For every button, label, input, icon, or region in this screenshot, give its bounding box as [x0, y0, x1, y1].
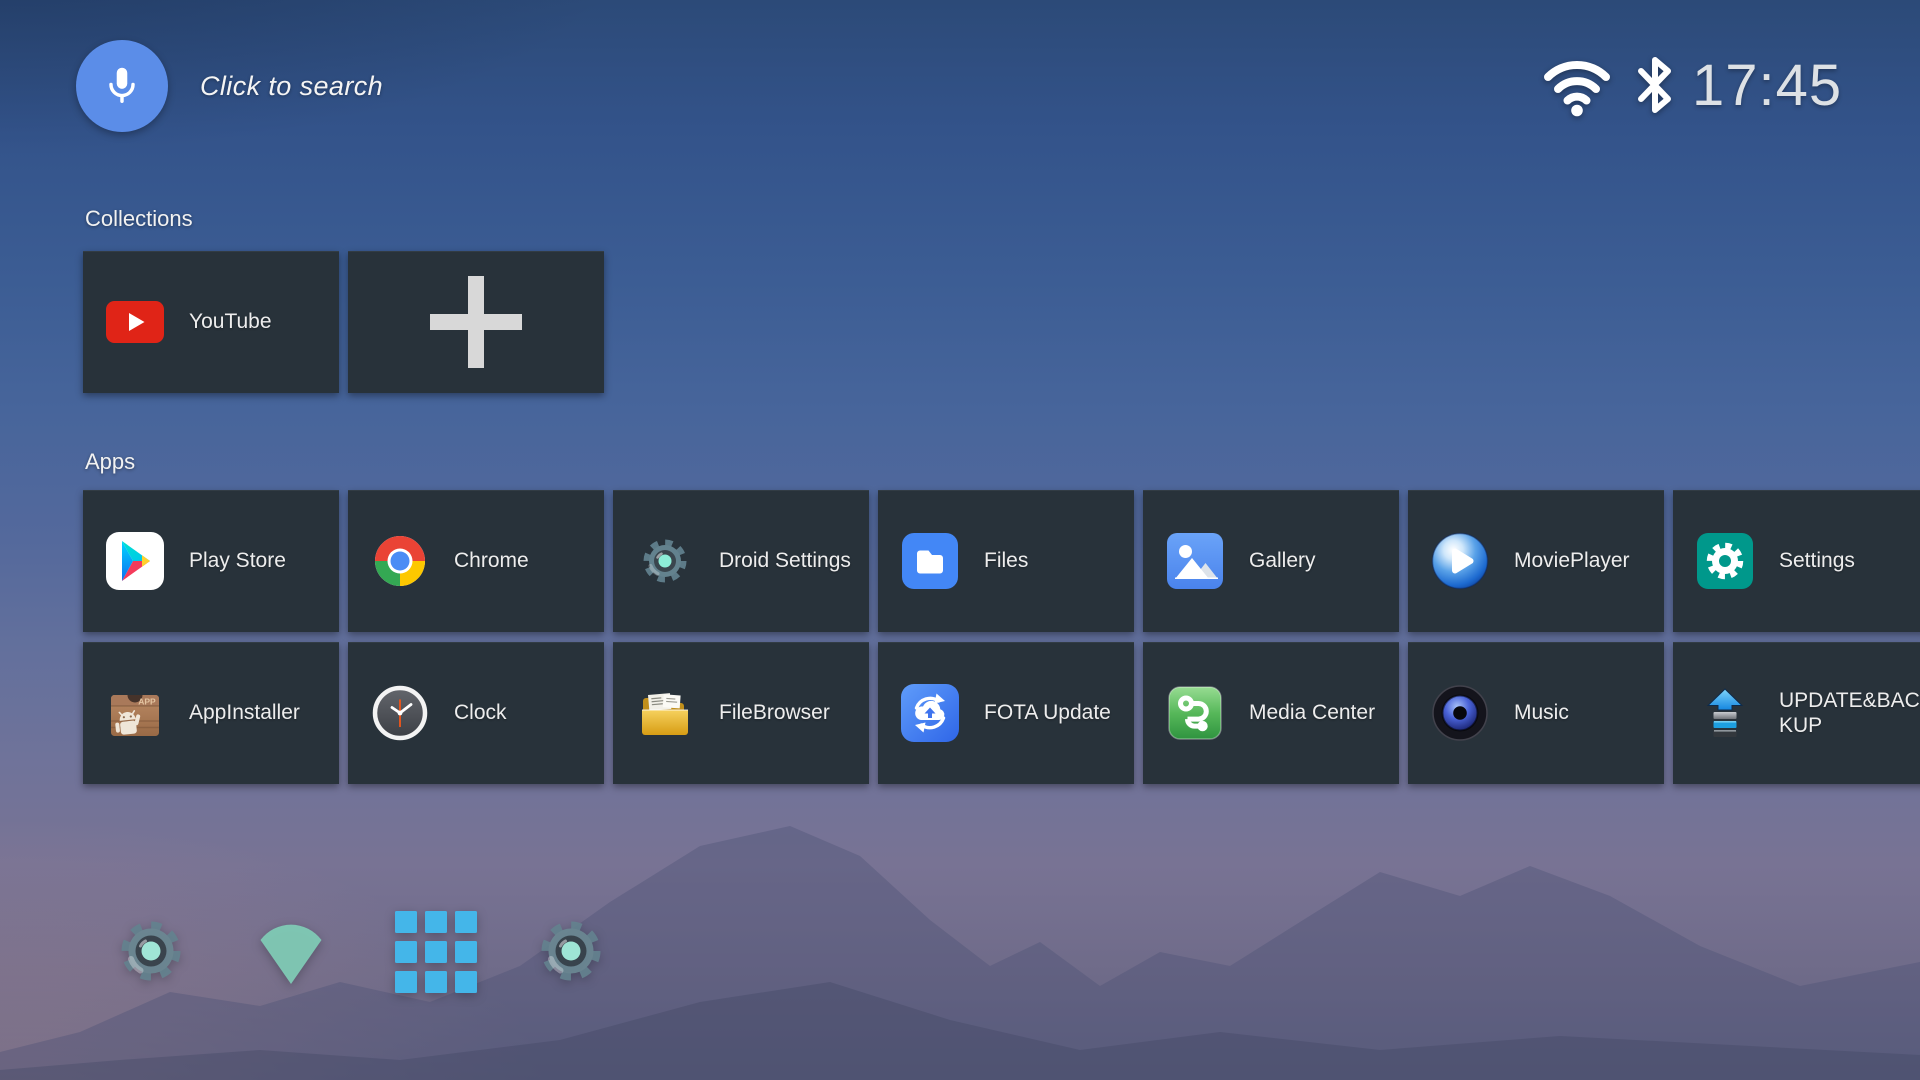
- dock-network-button[interactable]: [252, 920, 330, 989]
- tile-droid-settings[interactable]: Droid Settings: [613, 490, 869, 632]
- tile-files[interactable]: Files: [878, 490, 1134, 632]
- clock-icon: [370, 683, 430, 743]
- tile-label: Music: [1514, 700, 1569, 725]
- clock-time: 17:45: [1692, 44, 1842, 128]
- filebrowser-icon: [635, 683, 695, 743]
- tile-label: Media Center: [1249, 700, 1375, 725]
- tile-gallery[interactable]: Gallery: [1143, 490, 1399, 632]
- wifi-status-icon: [1538, 46, 1616, 129]
- tile-clock[interactable]: Clock: [348, 642, 604, 784]
- tile-label: MoviePlayer: [1514, 548, 1630, 573]
- appinstaller-icon: APP: [105, 683, 165, 743]
- dock-grid-icon: [395, 981, 477, 996]
- tile-filebrowser[interactable]: FileBrowser: [613, 642, 869, 784]
- movieplayer-icon: [1430, 531, 1490, 591]
- settings-icon: [1695, 531, 1755, 591]
- tile-media-center[interactable]: Media Center: [1143, 642, 1399, 784]
- tile-label: Play Store: [189, 548, 286, 573]
- mountain-silhouette: [0, 750, 1920, 1080]
- tile-label: FileBrowser: [719, 700, 830, 725]
- tile-update-backup[interactable]: UPDATE&BACKUP: [1673, 642, 1920, 784]
- tile-label: Files: [984, 548, 1028, 573]
- dock-all-apps-button[interactable]: [395, 911, 477, 996]
- tile-label: Clock: [454, 700, 507, 725]
- play-store-icon: [105, 531, 165, 591]
- tile-label: AppInstaller: [189, 700, 300, 725]
- media-center-icon: [1165, 683, 1225, 743]
- update-backup-icon: [1695, 683, 1755, 743]
- files-icon: [900, 531, 960, 591]
- tile-appinstaller[interactable]: APP AppInstaller: [83, 642, 339, 784]
- tile-movieplayer[interactable]: MoviePlayer: [1408, 490, 1664, 632]
- collections-row: YouTube: [83, 251, 604, 393]
- youtube-icon: [105, 292, 165, 352]
- apps-grid: Play Store Chrome Droid Settings Files G…: [83, 490, 1920, 784]
- search-hint[interactable]: Click to search: [200, 58, 383, 114]
- dock-settings-button[interactable]: [112, 912, 190, 993]
- tile-play-store[interactable]: Play Store: [83, 490, 339, 632]
- voice-search-button[interactable]: [76, 40, 168, 132]
- collections-heading: Collections: [85, 206, 193, 232]
- gallery-icon: [1165, 531, 1225, 591]
- music-icon: [1430, 683, 1490, 743]
- svg-text:APP: APP: [138, 697, 156, 707]
- fota-update-icon: [900, 683, 960, 743]
- tile-label: Droid Settings: [719, 548, 851, 573]
- tile-music[interactable]: Music: [1408, 642, 1664, 784]
- tile-label: Settings: [1779, 548, 1855, 573]
- tile-youtube[interactable]: YouTube: [83, 251, 339, 393]
- tile-label: UPDATE&BACKUP: [1779, 688, 1920, 738]
- tile-label: Gallery: [1249, 548, 1316, 573]
- droid-settings-icon: [635, 531, 695, 591]
- tile-settings[interactable]: Settings: [1673, 490, 1920, 632]
- dock-gear-icon: [532, 978, 610, 993]
- plus-icon: [420, 266, 532, 378]
- tile-label: YouTube: [189, 309, 272, 334]
- dock-settings-2-button[interactable]: [532, 912, 610, 993]
- dock-gear-icon: [112, 978, 190, 993]
- bluetooth-status-icon: [1628, 46, 1682, 129]
- dock-wifi-icon: [252, 974, 330, 989]
- microphone-icon: [99, 62, 145, 111]
- tile-fota-update[interactable]: FOTA Update: [878, 642, 1134, 784]
- apps-heading: Apps: [85, 449, 135, 475]
- tile-add-collection[interactable]: [348, 251, 604, 393]
- tile-chrome[interactable]: Chrome: [348, 490, 604, 632]
- chrome-icon: [370, 531, 430, 591]
- tile-label: FOTA Update: [984, 700, 1111, 725]
- tile-label: Chrome: [454, 548, 529, 573]
